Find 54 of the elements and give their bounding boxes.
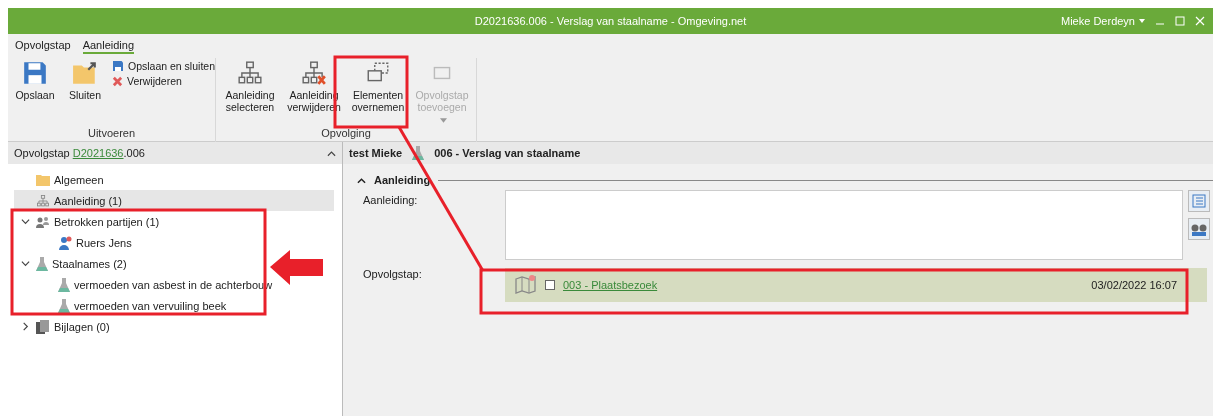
ribbon-button[interactable]: Aanleiding selecteren <box>220 58 280 115</box>
group-label: Opvolging <box>320 127 372 141</box>
delete-icon <box>112 75 123 87</box>
flask-icon <box>412 146 425 160</box>
field-label: Aanleiding: <box>363 193 419 206</box>
window-title: D2021636.006 - Verslag van staalname - Omgeving.net <box>474 15 747 27</box>
map-icon <box>515 275 537 295</box>
list-icon <box>1192 194 1206 208</box>
hierarchy-icon <box>36 194 50 207</box>
tree-item[interactable]: Ruers Jens <box>14 232 334 253</box>
ribbon-tab[interactable]: Aanleiding <box>82 39 135 54</box>
person-icon <box>58 235 72 250</box>
expander-icon[interactable] <box>20 322 30 331</box>
tree-item[interactable]: vermoeden van vervuiling beek <box>14 295 334 316</box>
ribbon-button[interactable]: Verwijderen <box>112 75 215 87</box>
section-title: Aanleiding <box>374 174 431 186</box>
folder-icon <box>36 173 50 186</box>
annotation-arrow <box>270 250 323 285</box>
ribbon-button[interactable]: Opslaan en sluiten <box>112 60 215 72</box>
people-icon <box>36 215 50 228</box>
expander-icon[interactable] <box>20 217 30 226</box>
tree-item[interactable]: Staalnames (2) <box>14 253 334 274</box>
linked-item[interactable]: 003 - Plaatsbezoek 03/02/2022 16:07 <box>505 268 1207 302</box>
record-link[interactable]: D2021636 <box>72 147 124 159</box>
spellcheck-button[interactable] <box>1188 218 1210 240</box>
tree-item[interactable]: Aanleiding (1) <box>14 190 334 211</box>
ribbon-button[interactable]: Elementen overnemen <box>348 58 408 115</box>
close-icon[interactable] <box>1195 16 1205 26</box>
document-stack-icon <box>36 319 50 334</box>
flask-icon <box>58 298 70 313</box>
collapse-icon[interactable] <box>327 149 336 157</box>
section-toggle-icon[interactable] <box>357 176 366 184</box>
ribbon-button[interactable]: Opslaan <box>12 58 58 103</box>
folder-arrow-icon <box>72 60 98 86</box>
hierarchy-icon <box>237 60 263 86</box>
flask-icon <box>58 277 70 292</box>
tree-item[interactable]: Algemeen <box>14 169 334 190</box>
panel-title: Opvolgstap D2021636.006 <box>14 147 145 159</box>
item-date: 03/02/2022 16:07 <box>1091 279 1177 291</box>
tree-item[interactable]: Betrokken partijen (1) <box>14 211 334 232</box>
user-label: test Mieke <box>349 147 403 159</box>
hierarchy-delete-icon <box>301 60 327 86</box>
binoculars-icon <box>1191 222 1207 236</box>
caret-icon <box>1139 19 1145 23</box>
tree-item[interactable]: Bijlagen (0) <box>14 316 334 337</box>
field-label: Opvolgstap: <box>363 267 423 280</box>
flask-icon <box>36 256 48 271</box>
document-title: 006 - Verslag van staalname <box>434 147 581 159</box>
ribbon-tab[interactable]: Opvolgstap <box>15 39 71 54</box>
caret-icon <box>440 118 447 123</box>
expander-icon[interactable] <box>20 259 30 268</box>
checkbox[interactable] <box>545 280 555 290</box>
group-label: Uitvoeren <box>86 127 137 141</box>
ribbon-button[interactable]: Sluiten <box>62 58 108 103</box>
